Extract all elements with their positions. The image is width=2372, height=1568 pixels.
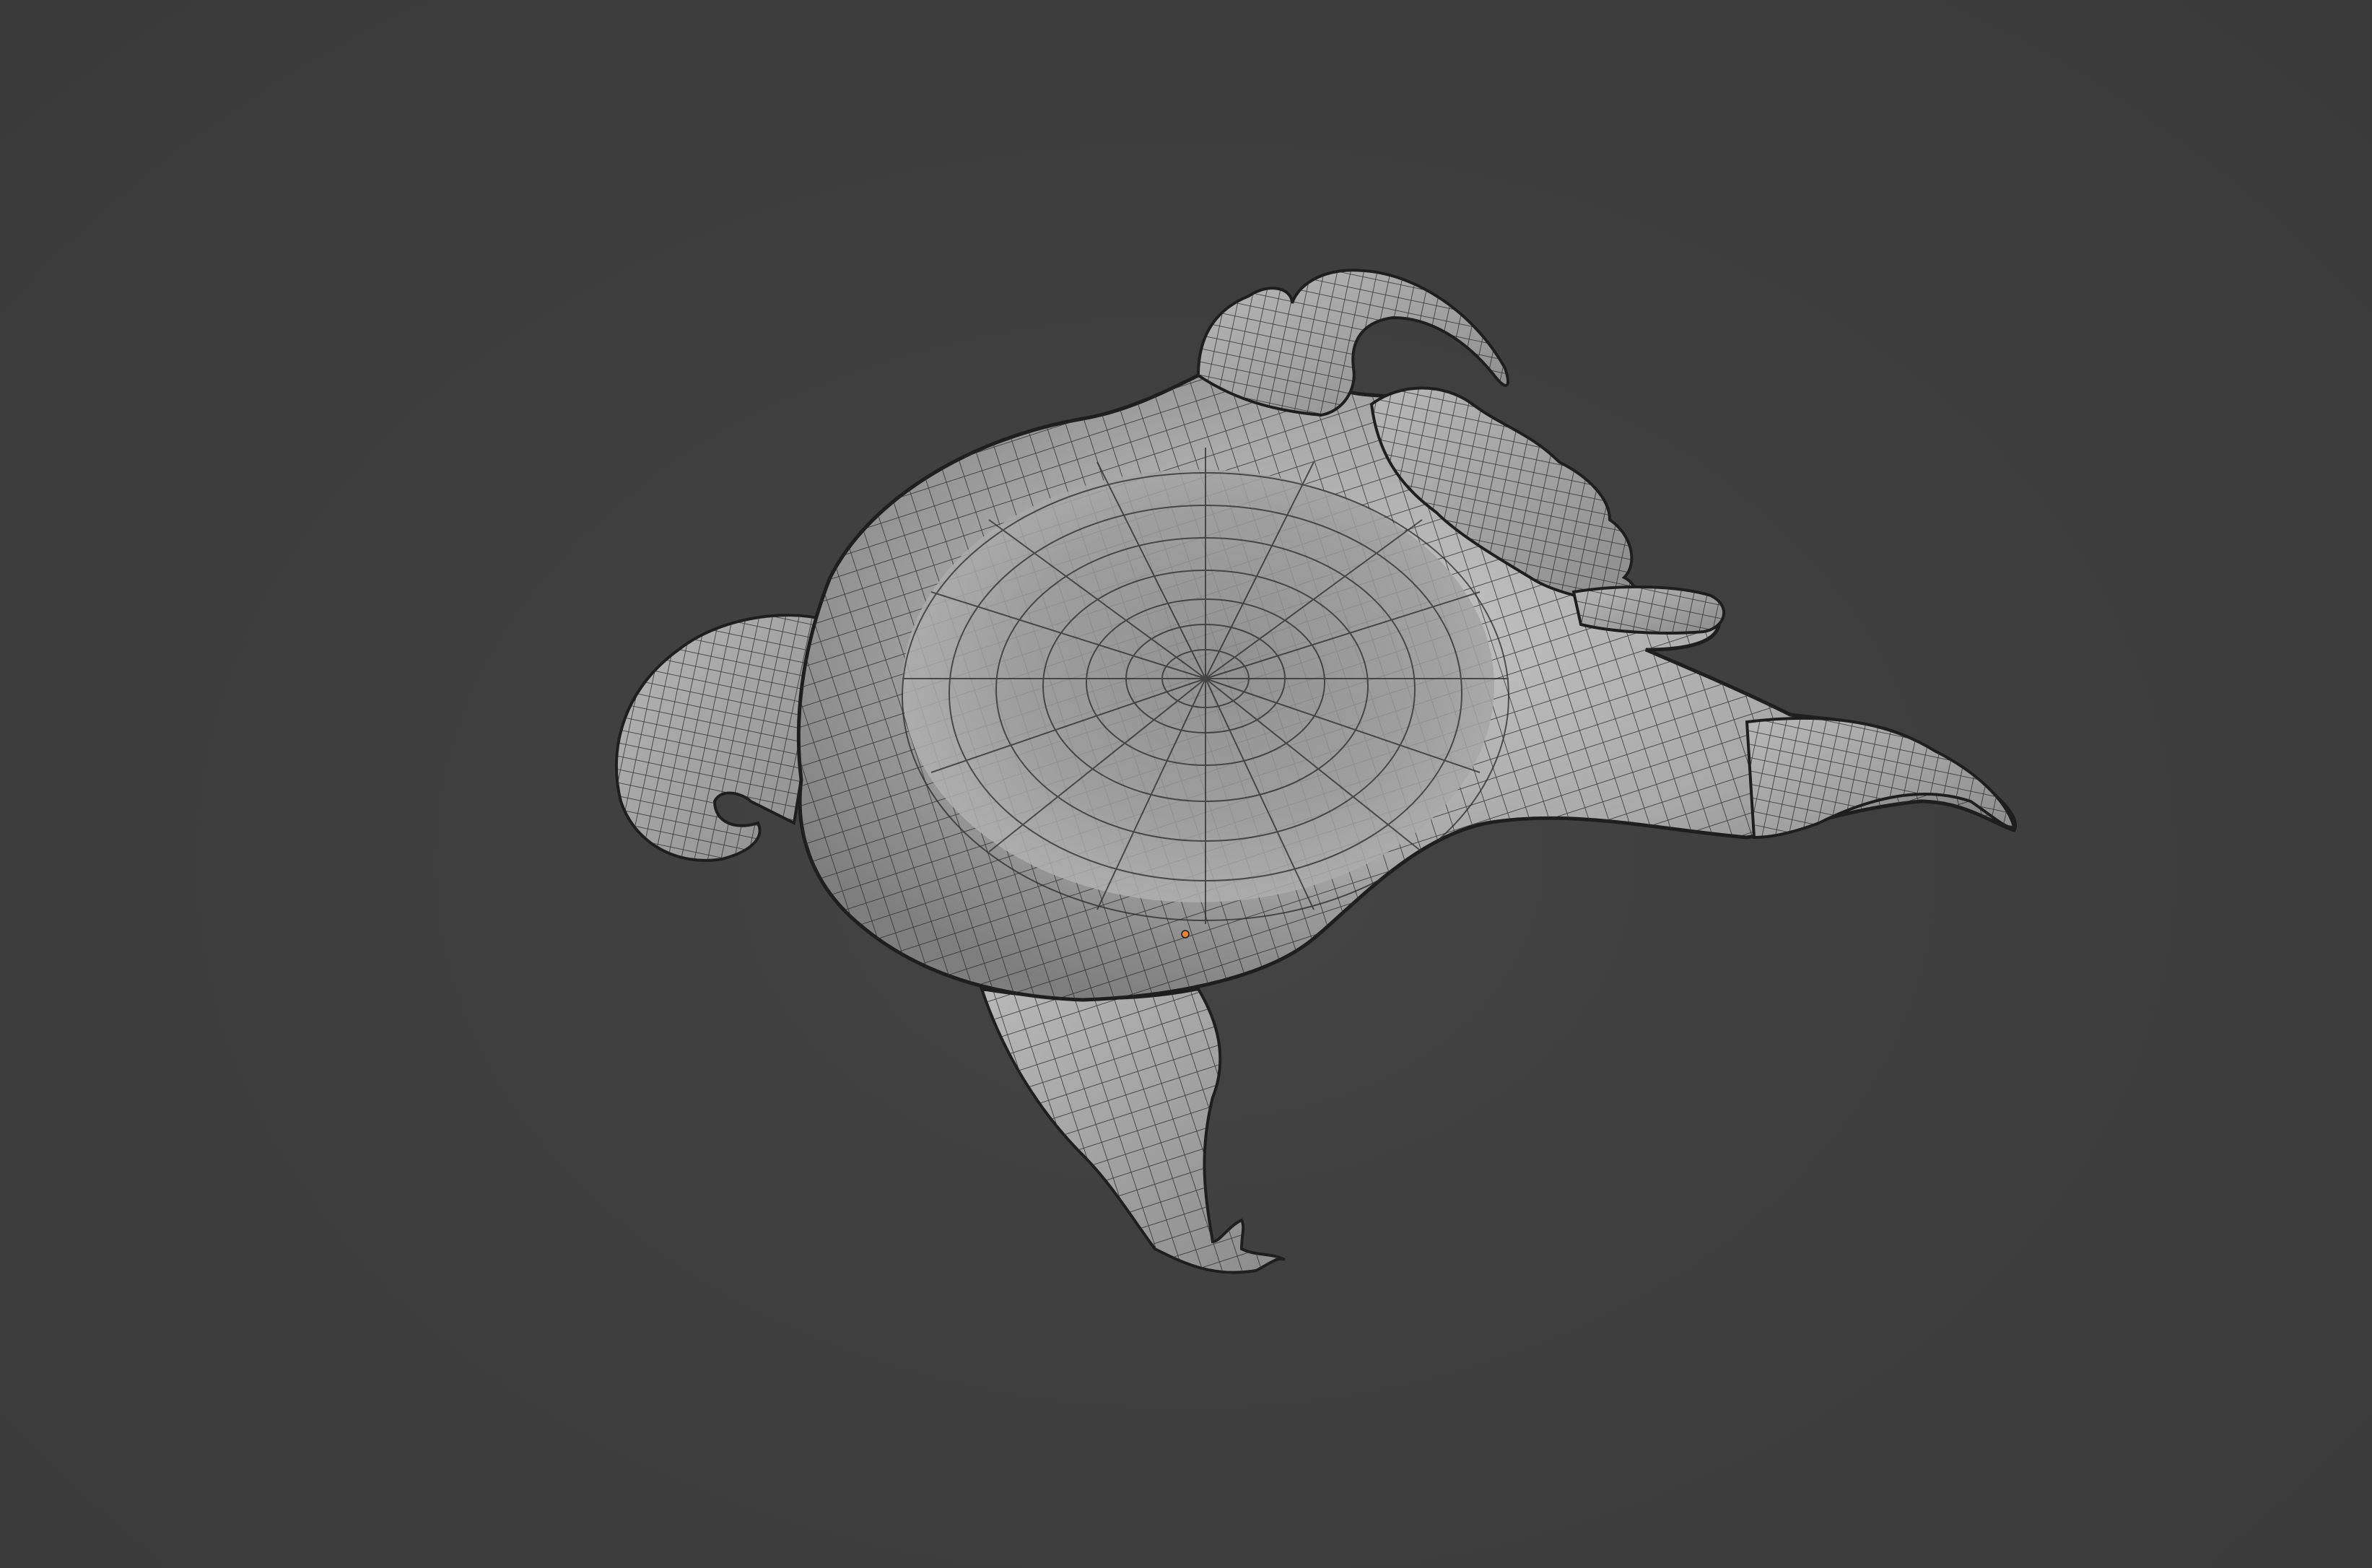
tail-mesh[interactable] xyxy=(1745,716,2016,840)
lower-leg-mesh[interactable] xyxy=(980,987,1286,1274)
viewport-canvas[interactable] xyxy=(0,0,2372,1568)
object-origin-marker[interactable] xyxy=(1181,930,1190,938)
3d-viewport[interactable] xyxy=(0,0,2372,1568)
